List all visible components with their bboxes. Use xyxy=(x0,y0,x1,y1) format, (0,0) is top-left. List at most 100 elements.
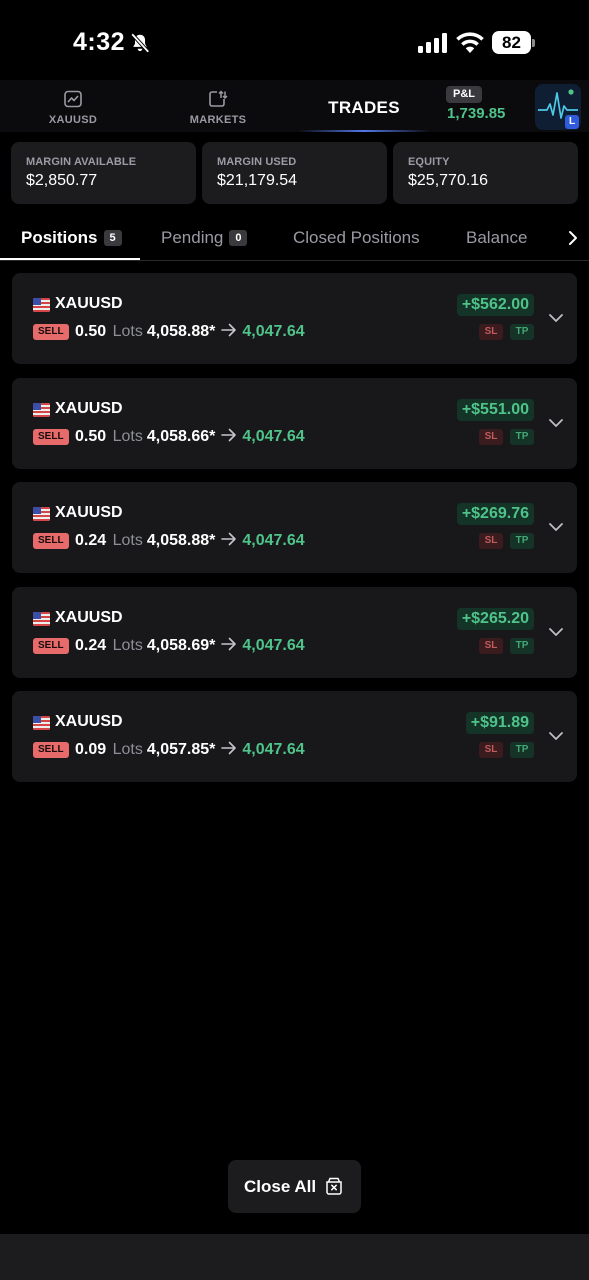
tab-closed-positions[interactable]: Closed Positions xyxy=(293,228,420,248)
position-side-badge: SELL xyxy=(33,742,69,758)
position-open-price: 4,057.85* xyxy=(146,741,216,758)
chevron-down-icon[interactable] xyxy=(548,312,564,324)
stop-loss-badge[interactable]: SL xyxy=(479,533,503,549)
nav-trades-indicator xyxy=(298,130,430,132)
battery-tip xyxy=(532,39,535,47)
position-profit: +$551.00 xyxy=(456,398,534,421)
stop-loss-badge[interactable]: SL xyxy=(479,428,503,445)
position-side-badge: SELL xyxy=(33,637,69,654)
take-profit-badge[interactable]: TP xyxy=(510,324,534,340)
nav-trades[interactable]: TRADES xyxy=(298,80,430,132)
tab-pending-label: Pending xyxy=(161,228,224,247)
tab-positions-count: 5 xyxy=(103,230,122,246)
position-open-price: 4,058.88* xyxy=(146,323,216,340)
position-row[interactable]: XAUUSD SELL 0.24 Lots 4,058.88* 4,047.64 +$26… xyxy=(12,482,577,573)
position-symbol: XAUUSD xyxy=(55,608,123,626)
nav-trades-label: TRADES xyxy=(328,98,400,117)
pnl-value[interactable]: 1,739.85 xyxy=(447,105,505,122)
chevron-down-icon[interactable] xyxy=(548,417,564,429)
position-details: 0.50 Lots 4,058.88* 4,047.64 xyxy=(75,323,305,341)
status-time: 4:32 xyxy=(73,28,126,56)
wifi-icon xyxy=(456,32,484,53)
equity-label: EQUITY xyxy=(408,156,450,168)
tab-pending-count: 0 xyxy=(229,230,248,246)
equity-value: $25,770.16 xyxy=(408,172,489,189)
status-bar: 4:32 82 xyxy=(0,0,589,80)
margin-used-card: MARGIN USED $21,179.54 xyxy=(202,142,387,204)
position-open-price: 4,058.69* xyxy=(146,636,216,654)
tab-balance[interactable]: Balance xyxy=(466,228,527,248)
position-symbol: XAUUSD xyxy=(55,713,123,730)
position-details: 0.50 Lots 4,058.66* 4,047.64 xyxy=(75,428,305,446)
position-profit: +$91.89 xyxy=(465,712,534,734)
nav-markets[interactable]: MARKETS xyxy=(180,80,256,132)
position-qty: 0.24 xyxy=(75,532,107,549)
position-row[interactable]: XAUUSD SELL 0.50 Lots 4,058.88* 4,047.64 +$56… xyxy=(12,273,577,364)
bottom-bar xyxy=(0,1234,589,1280)
margin-available-card: MARGIN AVAILABLE $2,850.77 xyxy=(11,142,196,204)
stop-loss-badge[interactable]: SL xyxy=(479,324,503,340)
tab-active-indicator xyxy=(0,258,140,260)
pnl-badge[interactable]: P&L xyxy=(446,86,482,103)
arrow-right-icon xyxy=(221,741,237,755)
position-current-price: 4,047.64 xyxy=(242,636,305,654)
position-lots-label: Lots xyxy=(112,636,143,654)
tab-positions-label: Positions xyxy=(21,228,98,247)
position-current-price: 4,047.64 xyxy=(242,427,305,445)
close-box-icon xyxy=(326,1177,342,1195)
chevron-down-icon[interactable] xyxy=(548,626,564,638)
nav-xauusd[interactable]: XAUUSD xyxy=(38,80,108,132)
tab-positions[interactable]: Positions 5 xyxy=(21,228,122,248)
us-flag-icon xyxy=(33,611,50,626)
battery-icon: 82 xyxy=(492,31,536,54)
close-all-button[interactable]: Close All xyxy=(228,1160,361,1213)
position-side-badge: SELL xyxy=(33,324,69,340)
position-side-badge: SELL xyxy=(33,533,69,549)
cellular-signal-icon xyxy=(418,33,447,53)
chevron-right-icon[interactable] xyxy=(566,230,580,246)
position-qty: 0.50 xyxy=(75,323,107,340)
position-lots-label: Lots xyxy=(112,532,143,549)
take-profit-badge[interactable]: TP xyxy=(510,533,534,549)
position-profit: +$562.00 xyxy=(456,294,534,316)
close-all-label: Close All xyxy=(244,1177,317,1196)
position-profit: +$269.76 xyxy=(456,503,534,525)
position-row[interactable]: XAUUSD SELL 0.24 Lots 4,058.69* 4,047.64 +$26… xyxy=(12,586,577,678)
markets-icon xyxy=(209,90,228,107)
arrow-right-icon xyxy=(221,532,237,546)
position-details: 0.24 Lots 4,058.69* 4,047.64 xyxy=(75,637,305,655)
take-profit-badge[interactable]: TP xyxy=(510,637,534,654)
tab-pending[interactable]: Pending 0 xyxy=(161,228,248,248)
position-open-price: 4,058.66* xyxy=(146,427,216,445)
chevron-down-icon[interactable] xyxy=(548,521,564,533)
arrow-right-icon xyxy=(221,428,237,441)
us-flag-icon xyxy=(33,298,50,312)
us-flag-icon xyxy=(33,402,50,417)
position-row[interactable]: XAUUSD SELL 0.09 Lots 4,057.85* 4,047.64 +$91… xyxy=(12,691,577,782)
arrow-right-icon xyxy=(221,637,237,650)
position-current-price: 4,047.64 xyxy=(242,532,305,549)
position-side-badge: SELL xyxy=(33,428,69,445)
position-symbol: XAUUSD xyxy=(55,399,123,417)
position-qty: 0.09 xyxy=(75,741,107,758)
position-symbol: XAUUSD xyxy=(55,295,123,312)
position-profit: +$265.20 xyxy=(456,607,534,630)
position-details: 0.09 Lots 4,057.85* 4,047.64 xyxy=(75,741,305,759)
positions-list: XAUUSD SELL 0.50 Lots 4,058.88* 4,047.64 +$56… xyxy=(12,273,577,796)
margin-available-label: MARGIN AVAILABLE xyxy=(26,156,137,168)
position-open-price: 4,058.88* xyxy=(146,532,216,549)
take-profit-badge[interactable]: TP xyxy=(510,428,534,445)
bell-slash-icon xyxy=(130,33,150,53)
position-lots-label: Lots xyxy=(112,323,143,340)
stop-loss-badge[interactable]: SL xyxy=(479,637,503,654)
stop-loss-badge[interactable]: SL xyxy=(479,742,503,758)
position-details: 0.24 Lots 4,058.88* 4,047.64 xyxy=(75,532,305,550)
trades-tabs: Positions 5 Pending 0 Closed Positions Bal… xyxy=(0,214,589,261)
margin-used-value: $21,179.54 xyxy=(217,172,298,189)
nav-xauusd-label: XAUUSD xyxy=(48,114,98,126)
position-row[interactable]: XAUUSD SELL 0.50 Lots 4,058.66* 4,047.64 +$55… xyxy=(12,377,577,469)
chevron-down-icon[interactable] xyxy=(548,730,564,742)
nav-markets-label: MARKETS xyxy=(189,114,247,126)
take-profit-badge[interactable]: TP xyxy=(510,742,534,758)
position-qty: 0.50 xyxy=(75,427,107,445)
